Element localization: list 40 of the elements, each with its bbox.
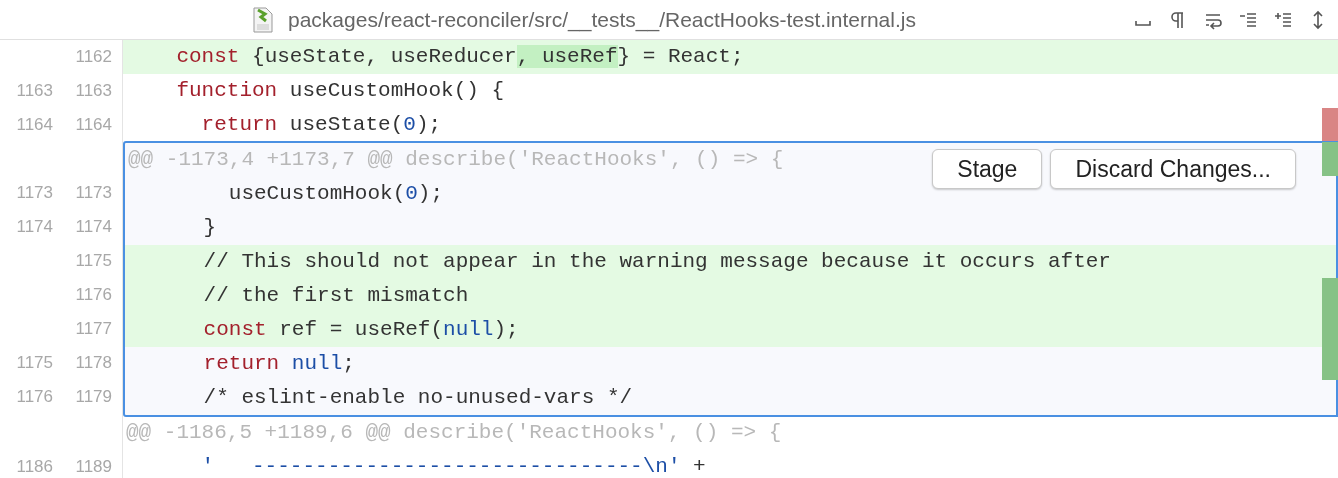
file-icon <box>252 6 274 33</box>
change-marker[interactable] <box>1322 346 1338 380</box>
code-line: } <box>202 215 217 242</box>
code-line: ' -------------------------------\n' + <box>200 454 706 478</box>
action-button[interactable]: Discard Changes... <box>1050 149 1296 189</box>
line-number: 1164 <box>16 115 53 135</box>
code-line: /* eslint-enable no-unused-vars */ <box>202 385 633 412</box>
code-line: const ref = useRef(null); <box>202 317 519 344</box>
line-number: 1163 <box>16 81 53 101</box>
line-number: 1176 <box>75 285 112 305</box>
action-button[interactable]: Stage <box>932 149 1043 189</box>
code-line: // This should not appear in the warning message because it occurs after <box>202 249 1111 276</box>
line-number: 1163 <box>75 81 112 101</box>
code-line: @@ -1186,5 +1189,6 @@ describe('ReactHooks', () => { <box>125 420 782 447</box>
line-number: 1175 <box>16 353 53 373</box>
line-number: 1174 <box>75 217 112 237</box>
line-number: 1186 <box>16 457 53 477</box>
line-number: 1179 <box>75 387 112 407</box>
code-line: return useState(0); <box>200 112 442 139</box>
code-line: // the first mismatch <box>202 283 469 310</box>
line-number: 1189 <box>75 457 112 477</box>
line-number: 1164 <box>75 115 112 135</box>
line-number: 1173 <box>16 183 53 203</box>
change-marker[interactable] <box>1322 142 1338 176</box>
file-path: packages/react-reconciler/src/__tests__/ReactHooks-test.internal.js <box>288 6 916 34</box>
code-line: return null; <box>202 351 355 378</box>
selected-hunk[interactable] <box>123 141 1338 417</box>
line-number: 1177 <box>75 319 112 339</box>
line-number: 1178 <box>75 353 112 373</box>
line-number: 1162 <box>75 47 112 67</box>
line-number: 1173 <box>75 183 112 203</box>
code-line: useCustomHook(0); <box>227 181 444 208</box>
code-line: @@ -1173,4 +1173,7 @@ describe('ReactHooks', () => { <box>127 147 784 174</box>
line-number: 1174 <box>16 217 53 237</box>
line-number: 1175 <box>75 251 112 271</box>
code-line: const {useState, useReducer, useRef} = React; <box>175 44 744 71</box>
change-marker[interactable] <box>1322 278 1338 312</box>
code-line: function useCustomHook() { <box>175 78 505 105</box>
change-marker[interactable] <box>1322 108 1338 142</box>
line-number: 1176 <box>16 387 53 407</box>
